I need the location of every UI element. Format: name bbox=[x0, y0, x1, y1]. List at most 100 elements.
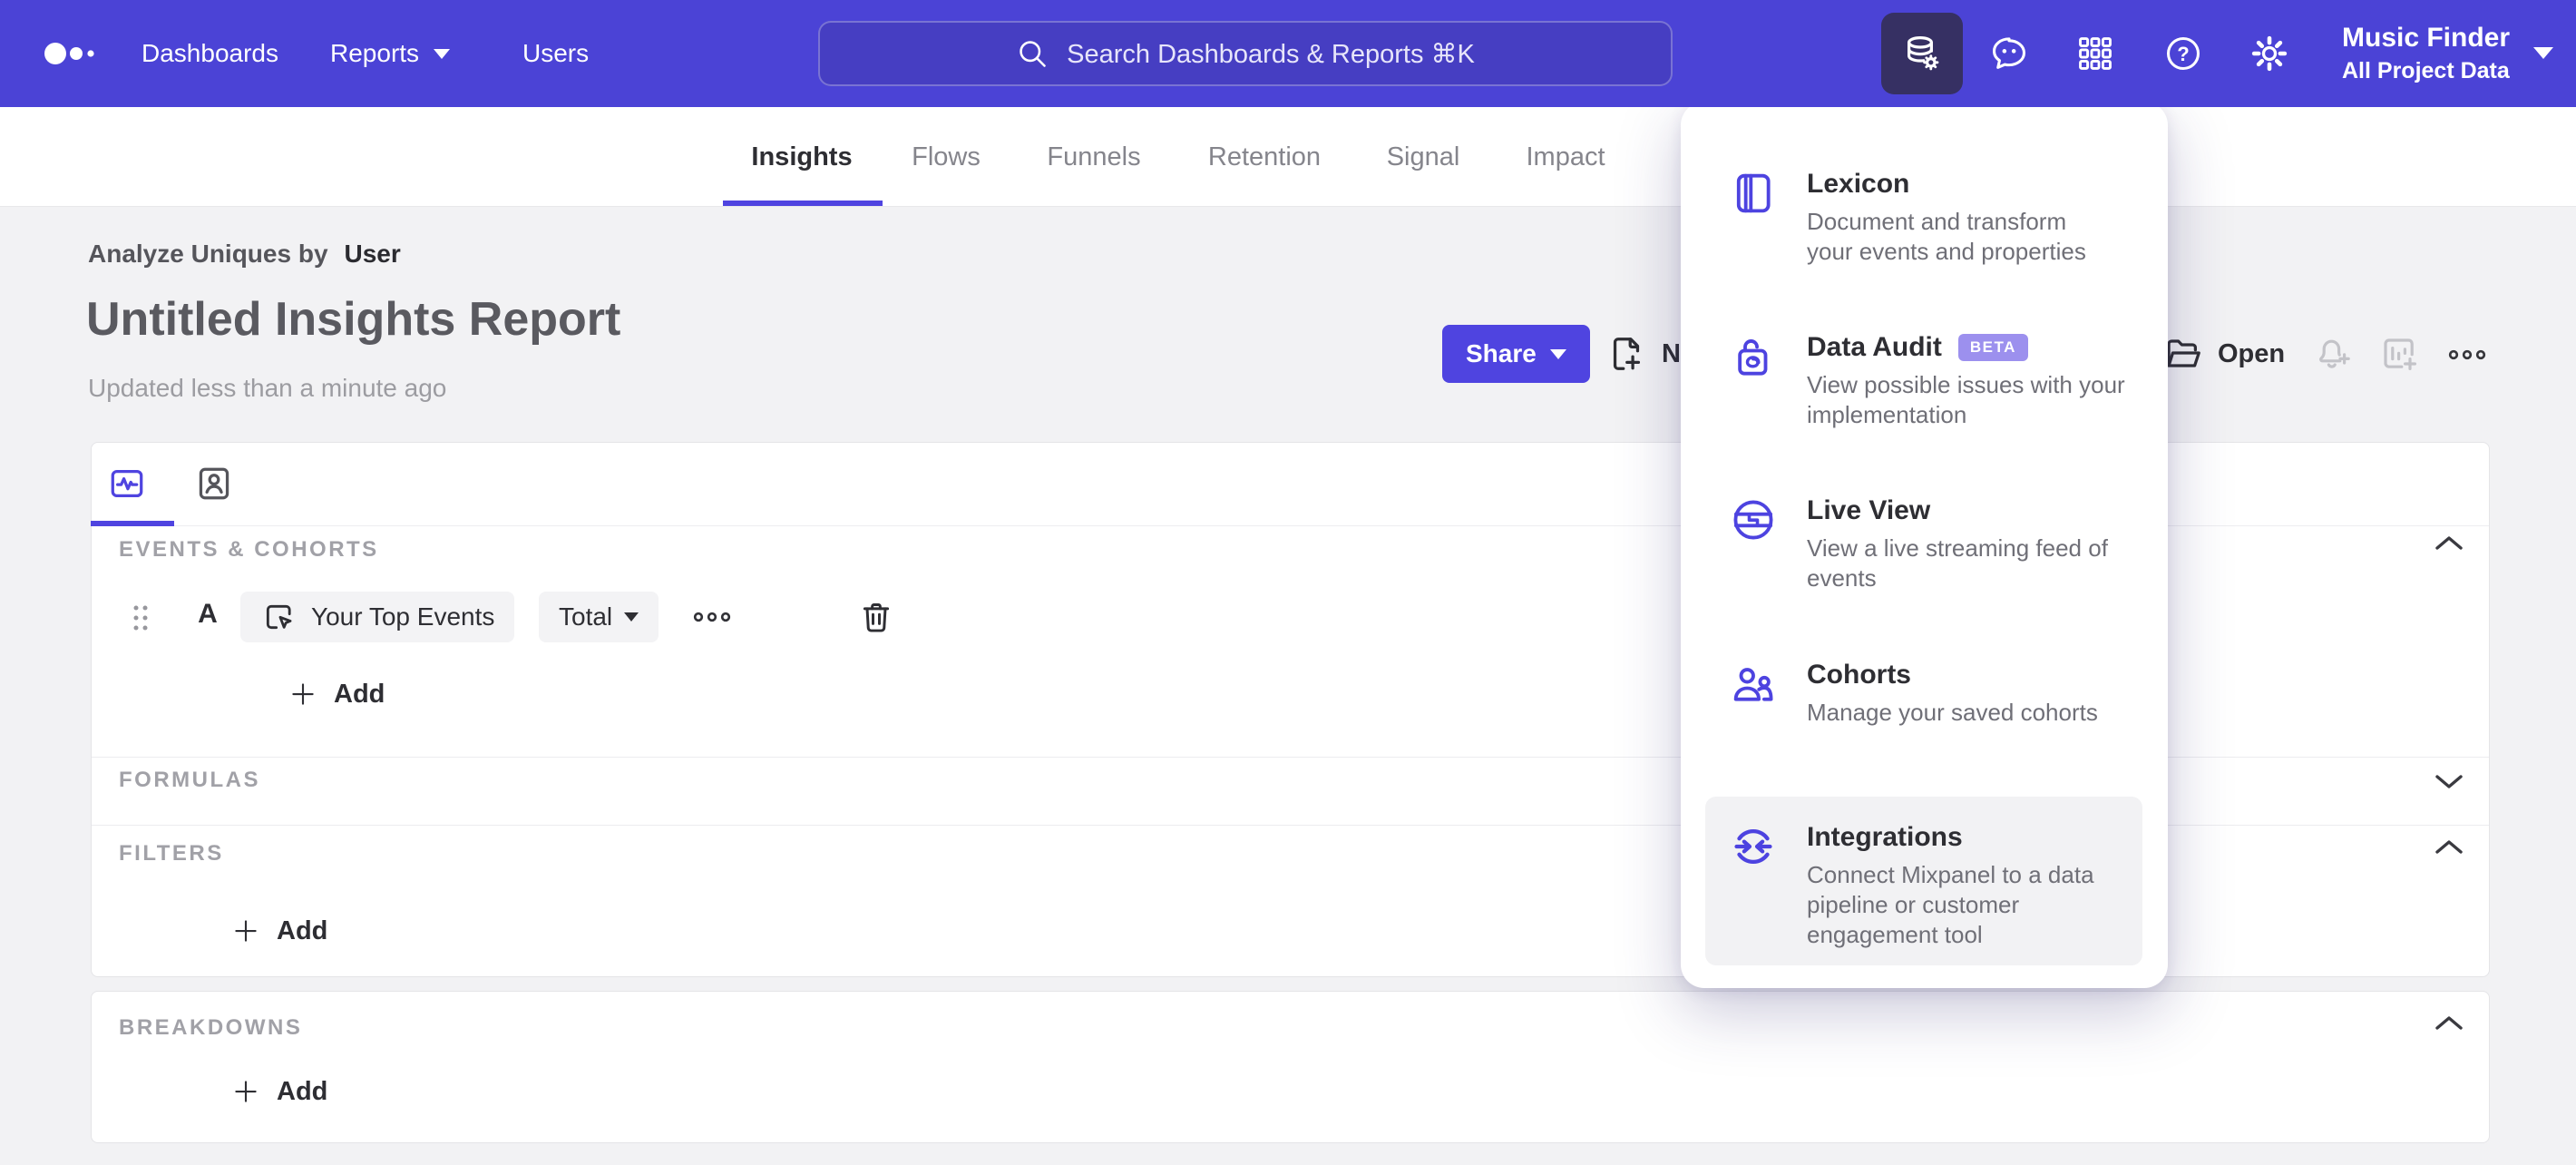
help-button[interactable]: ? bbox=[2142, 13, 2224, 94]
data-management-icon bbox=[1900, 32, 1944, 75]
menu-item-lexicon[interactable]: Lexicon Document and transform your even… bbox=[1705, 149, 2142, 285]
menu-item-title: Data Audit bbox=[1807, 332, 1942, 362]
project-scope: All Project Data bbox=[2342, 58, 2510, 83]
menu-item-description: View possible issues with your implement… bbox=[1807, 371, 2125, 428]
tab-flows-label: Flows bbox=[912, 142, 981, 171]
tab-funnels-label: Funnels bbox=[1047, 142, 1141, 171]
menu-item-title: Lexicon bbox=[1807, 169, 1910, 199]
menu-item-description: Connect Mixpanel to a data pipeline or c… bbox=[1807, 861, 2094, 948]
tab-events-view[interactable] bbox=[106, 463, 148, 504]
bell-plus-icon bbox=[2313, 333, 2356, 377]
help-icon: ? bbox=[2162, 33, 2204, 74]
event-cursor-icon bbox=[260, 599, 297, 635]
data-management-button[interactable] bbox=[1881, 13, 1963, 94]
add-filter-label: Add bbox=[277, 915, 328, 945]
project-switcher[interactable]: Music Finder All Project Data bbox=[2342, 0, 2554, 107]
breakdowns-card: BREAKDOWNS Add bbox=[91, 991, 2490, 1143]
tab-impact-label: Impact bbox=[1526, 142, 1605, 171]
menu-item-title: Cohorts bbox=[1807, 660, 1911, 690]
updated-timestamp: Updated less than a minute ago bbox=[88, 374, 447, 402]
breakdowns-collapse-chevron-up-icon[interactable] bbox=[2434, 1013, 2464, 1033]
add-to-dashboard-button[interactable] bbox=[2378, 333, 2422, 377]
add-event-button[interactable]: Add bbox=[289, 676, 385, 712]
chevron-down-icon bbox=[434, 48, 451, 59]
tab-retention[interactable]: Retention bbox=[1208, 107, 1321, 207]
analyze-prefix: Analyze Uniques by bbox=[88, 240, 328, 268]
active-tab-underline bbox=[723, 201, 883, 206]
nav-users[interactable]: Users bbox=[522, 0, 589, 107]
events-section-label: EVENTS & COHORTS bbox=[119, 537, 379, 562]
add-breakdown-label: Add bbox=[277, 1076, 328, 1106]
delete-row-trash-icon[interactable] bbox=[857, 598, 895, 636]
search-placeholder: Search Dashboards & Reports ⌘K bbox=[1067, 39, 1475, 69]
formulas-section-label: FORMULAS bbox=[119, 768, 260, 792]
page-title[interactable]: Untitled Insights Report bbox=[86, 292, 620, 347]
chevron-down-icon bbox=[2533, 47, 2554, 60]
filters-section-label: FILTERS bbox=[119, 841, 224, 866]
formulas-expand-chevron-down-icon[interactable] bbox=[2434, 772, 2464, 791]
share-button[interactable]: Share bbox=[1442, 325, 1590, 383]
chart-plus-icon bbox=[2378, 333, 2422, 377]
mixpanel-logo-icon[interactable] bbox=[44, 34, 107, 73]
menu-item-title: Integrations bbox=[1807, 822, 1963, 852]
menu-item-description: Document and transform your events and p… bbox=[1807, 208, 2086, 265]
tab-flows[interactable]: Flows bbox=[912, 107, 981, 207]
tab-impact[interactable]: Impact bbox=[1526, 107, 1605, 207]
drag-handle-icon[interactable] bbox=[132, 602, 150, 634]
menu-item-data-audit[interactable]: Data Audit BETA View possible issues wit… bbox=[1705, 312, 2142, 448]
search-input[interactable]: Search Dashboards & Reports ⌘K bbox=[818, 21, 1673, 86]
menu-item-title: Live View bbox=[1807, 495, 1931, 525]
new-document-icon bbox=[1605, 333, 1647, 375]
apps-grid-button[interactable] bbox=[2054, 13, 2136, 94]
add-event-label: Add bbox=[334, 679, 385, 709]
feedback-button[interactable] bbox=[1968, 13, 2050, 94]
search-icon bbox=[1016, 37, 1049, 70]
top-navigation-bar: Dashboards Reports Users Search Dashboar… bbox=[0, 0, 2576, 107]
tab-signal-label: Signal bbox=[1386, 142, 1460, 171]
plus-icon bbox=[289, 680, 317, 708]
report-type-tabs: Insights Flows Funnels Retention Signal … bbox=[0, 107, 2576, 207]
active-view-underline bbox=[91, 521, 174, 526]
nav-dashboards-label: Dashboards bbox=[141, 39, 278, 67]
cohorts-people-icon bbox=[1729, 658, 1780, 728]
row-more-options-button[interactable] bbox=[693, 611, 731, 623]
gear-icon bbox=[2249, 33, 2290, 74]
feedback-chat-icon bbox=[1988, 33, 2030, 74]
nav-users-label: Users bbox=[522, 39, 590, 67]
add-breakdown-button[interactable]: Add bbox=[232, 1073, 327, 1110]
tab-retention-label: Retention bbox=[1207, 142, 1322, 171]
aggregation-selector-pill[interactable]: Total bbox=[539, 592, 659, 642]
svg-text:?: ? bbox=[2177, 43, 2189, 65]
plus-icon bbox=[232, 1078, 259, 1105]
tab-funnels[interactable]: Funnels bbox=[1047, 107, 1140, 207]
open-report-button[interactable]: Open bbox=[2161, 325, 2285, 383]
data-audit-lock-icon bbox=[1729, 330, 1780, 430]
events-collapse-chevron-up-icon[interactable] bbox=[2434, 534, 2464, 553]
profile-card-icon bbox=[193, 463, 235, 504]
apps-grid-icon bbox=[2074, 33, 2116, 74]
add-alert-button[interactable] bbox=[2313, 333, 2356, 377]
tab-profiles-view[interactable] bbox=[193, 463, 235, 504]
tab-insights[interactable]: Insights bbox=[751, 107, 852, 207]
more-options-button[interactable] bbox=[2445, 348, 2489, 362]
plus-icon bbox=[232, 917, 259, 945]
settings-button[interactable] bbox=[2229, 13, 2310, 94]
tab-signal[interactable]: Signal bbox=[1387, 107, 1460, 207]
filters-collapse-chevron-up-icon[interactable] bbox=[2434, 837, 2464, 857]
nav-reports[interactable]: Reports bbox=[330, 0, 451, 107]
data-management-dropdown: Lexicon Document and transform your even… bbox=[1681, 102, 2168, 988]
nav-dashboards[interactable]: Dashboards bbox=[141, 0, 278, 107]
event-selector-pill[interactable]: Your Top Events bbox=[240, 592, 515, 642]
project-name: Music Finder bbox=[2342, 23, 2511, 53]
ellipsis-icon bbox=[2448, 348, 2486, 361]
menu-item-cohorts[interactable]: Cohorts Manage your saved cohorts bbox=[1705, 640, 2142, 746]
share-button-label: Share bbox=[1466, 339, 1537, 367]
add-filter-button[interactable]: Add bbox=[232, 913, 327, 949]
lexicon-book-icon bbox=[1729, 167, 1780, 267]
menu-item-description: View a live streaming feed of events bbox=[1807, 534, 2108, 592]
breakdowns-section-label: BREAKDOWNS bbox=[119, 1015, 303, 1040]
menu-item-description: Manage your saved cohorts bbox=[1807, 699, 2098, 726]
menu-item-integrations[interactable]: Integrations Connect Mixpanel to a data … bbox=[1705, 797, 2142, 965]
analyze-value-selector[interactable]: User bbox=[345, 240, 401, 269]
menu-item-live-view[interactable]: Live View View a live streaming feed of … bbox=[1705, 475, 2142, 612]
